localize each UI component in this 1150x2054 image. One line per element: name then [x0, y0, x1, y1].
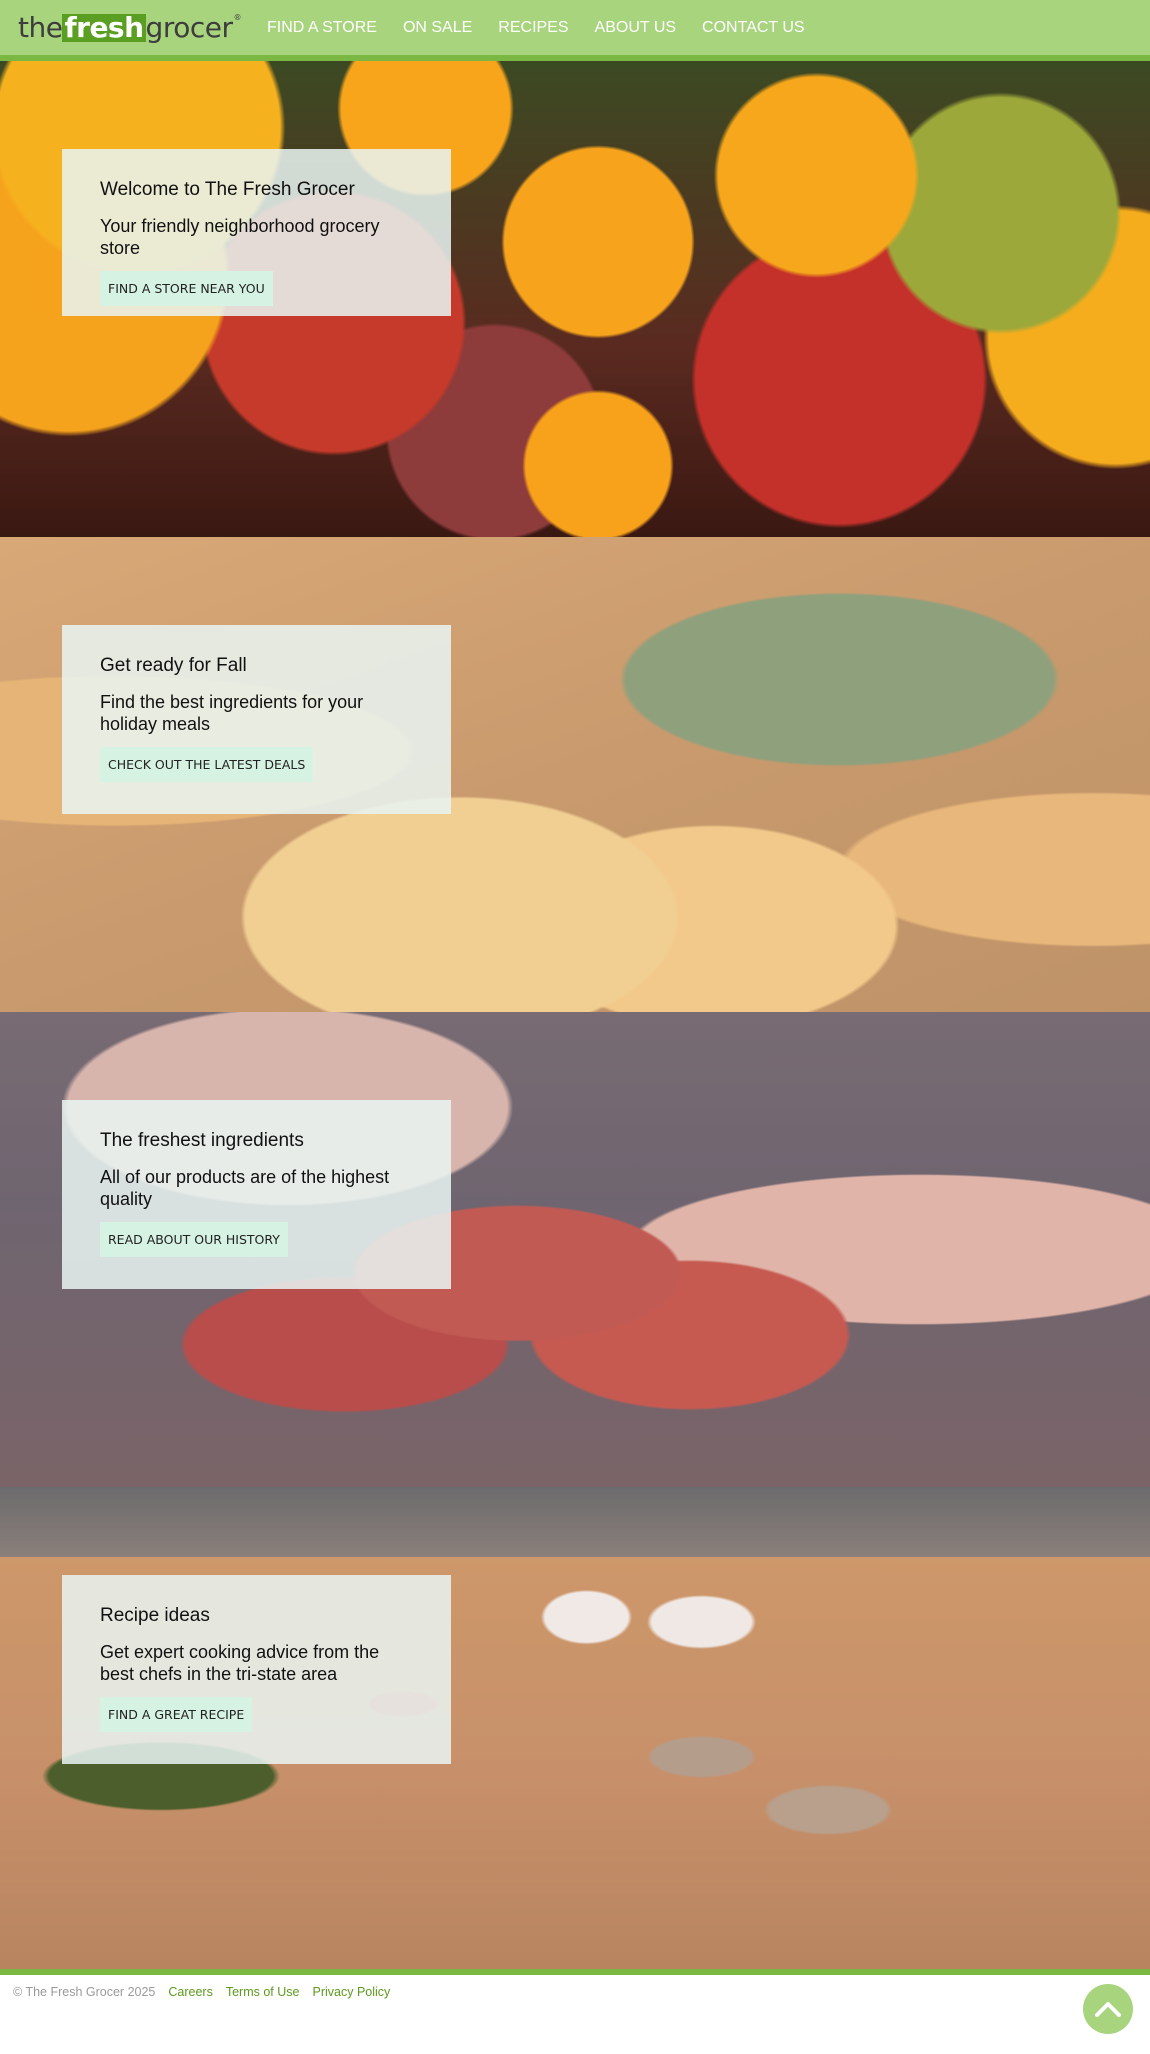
- nav-on-sale[interactable]: ON SALE: [403, 19, 472, 37]
- footer-link-terms[interactable]: Terms of Use: [226, 1985, 300, 1999]
- main-nav: FIND A STORE ON SALE RECIPES ABOUT US CO…: [267, 19, 805, 37]
- hero-section-ingredients: The freshest ingredients All of our prod…: [0, 1012, 1150, 1487]
- hero-section-fall: Get ready for Fall Find the best ingredi…: [0, 537, 1150, 1012]
- site-logo[interactable]: the fresh grocer ®: [18, 10, 241, 44]
- hero-card: Recipe ideas Get expert cooking advice f…: [62, 1575, 451, 1764]
- hero-text: Get expert cooking advice from the best …: [100, 1642, 380, 1684]
- footer-link-careers[interactable]: Careers: [168, 1985, 212, 1999]
- nav-recipes[interactable]: RECIPES: [498, 19, 568, 37]
- hero-text: All of our products are of the highest q…: [100, 1167, 390, 1209]
- hero-section-welcome: Welcome to The Fresh Grocer Your friendl…: [0, 61, 1150, 537]
- chevron-up-icon: [1095, 2002, 1121, 2017]
- hero-card: Get ready for Fall Find the best ingredi…: [62, 625, 451, 814]
- hero-title: The freshest ingredients: [100, 1130, 304, 1151]
- footer-links: © The Fresh Grocer 2025 Careers Terms of…: [13, 1985, 390, 1999]
- hero-section-recipes: Recipe ideas Get expert cooking advice f…: [0, 1487, 1150, 1969]
- footer-link-privacy[interactable]: Privacy Policy: [313, 1985, 391, 1999]
- logo-grocer: grocer: [145, 10, 233, 44]
- find-store-button[interactable]: FIND A STORE NEAR YOU: [100, 271, 273, 306]
- find-recipe-button[interactable]: FIND A GREAT RECIPE: [100, 1697, 253, 1732]
- hero-text: Find the best ingredients for your holid…: [100, 692, 364, 734]
- counter-edge: [0, 1487, 1150, 1557]
- logo-fresh: fresh: [62, 10, 146, 44]
- back-to-top-button[interactable]: [1083, 1984, 1133, 2034]
- hero-card: The freshest ingredients All of our prod…: [62, 1100, 451, 1289]
- latest-deals-button[interactable]: CHECK OUT THE LATEST DEALS: [100, 747, 314, 782]
- hero-title: Get ready for Fall: [100, 655, 247, 676]
- nav-contact-us[interactable]: CONTACT US: [702, 19, 805, 37]
- hero-card: Welcome to The Fresh Grocer Your friendl…: [62, 149, 451, 316]
- logo-registered-mark: ®: [233, 12, 241, 22]
- copyright: © The Fresh Grocer 2025: [13, 1985, 156, 1999]
- hero-title: Recipe ideas: [100, 1605, 210, 1626]
- our-history-button[interactable]: READ ABOUT OUR HISTORY: [100, 1222, 288, 1257]
- nav-about-us[interactable]: ABOUT US: [595, 19, 677, 37]
- nav-find-a-store[interactable]: FIND A STORE: [267, 19, 377, 37]
- hero-title: Welcome to The Fresh Grocer: [100, 179, 355, 200]
- hero-text: Your friendly neighborhood grocery store: [100, 216, 380, 258]
- logo-the: the: [18, 10, 63, 44]
- site-header: the fresh grocer ® FIND A STORE ON SALE …: [0, 0, 1150, 61]
- site-footer: © The Fresh Grocer 2025 Careers Terms of…: [0, 1975, 1150, 2054]
